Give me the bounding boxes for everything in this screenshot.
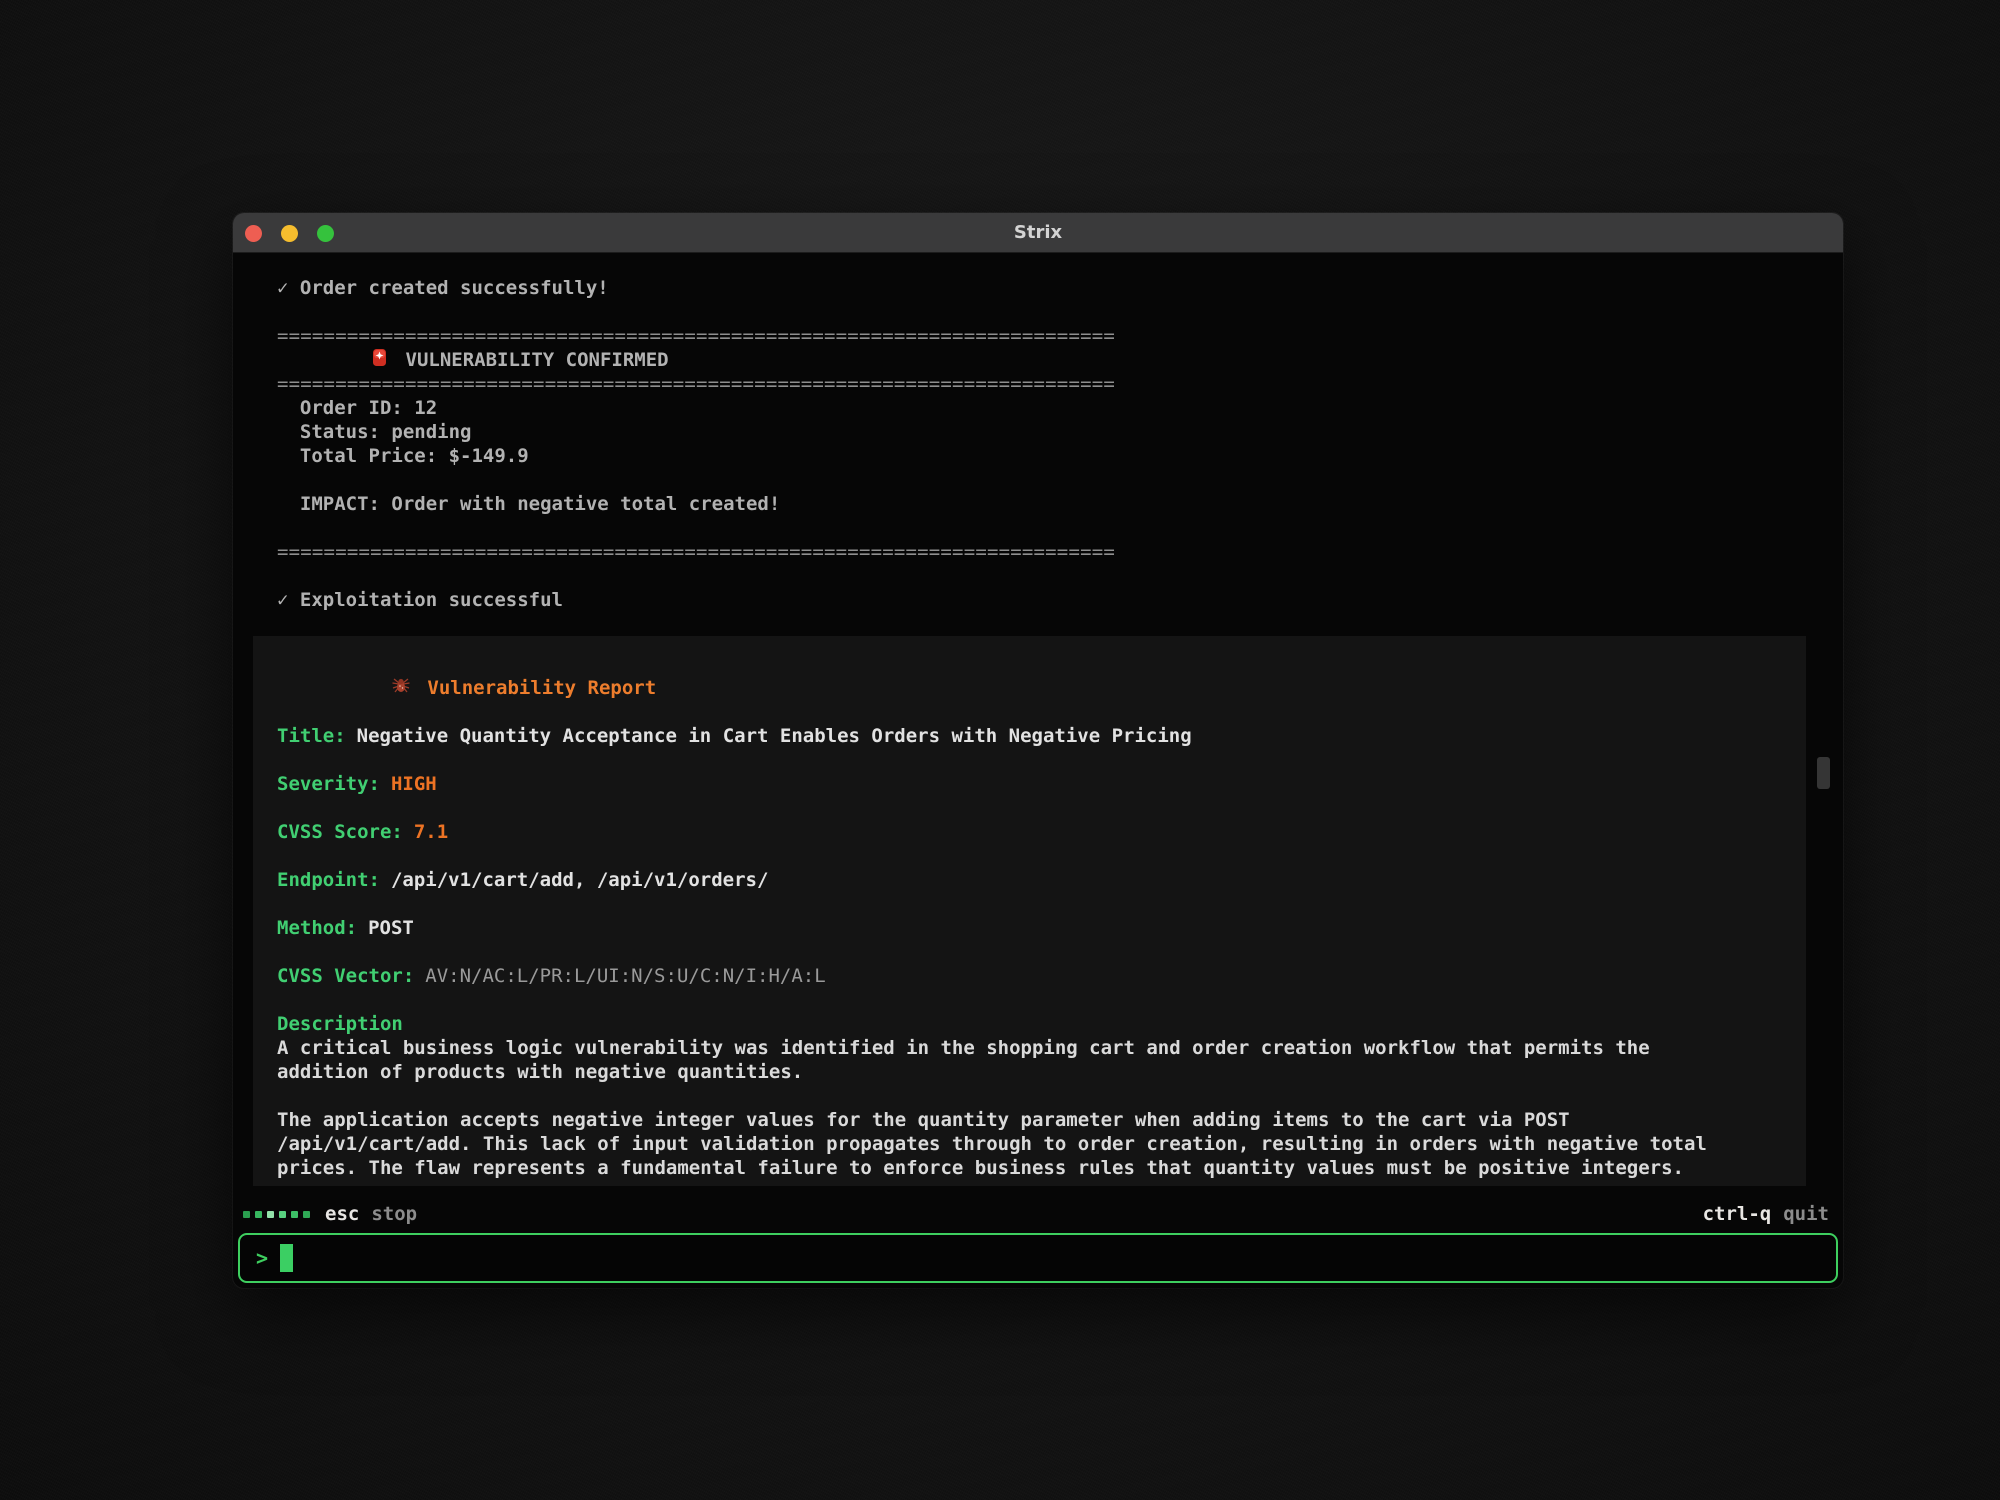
prompt-symbol: > — [256, 1246, 268, 1270]
scrollbar-thumb[interactable] — [1817, 757, 1830, 789]
report-severity-row: Severity: HIGH — [277, 772, 1782, 796]
method-label: Method: — [277, 917, 357, 939]
vulnerability-confirmed-text: VULNERABILITY CONFIRMED — [406, 348, 669, 372]
separator-line: ========================================… — [233, 540, 1843, 564]
report-header: Vulnerability Report — [277, 676, 1782, 700]
activity-spinner — [243, 1211, 310, 1218]
description-text-line: prices. The flaw represents a fundamenta… — [277, 1156, 1782, 1180]
description-text-line: addition of products with negative quant… — [277, 1060, 1782, 1084]
impact-line: IMPACT: Order with negative total create… — [233, 492, 1843, 516]
order-status-line: Status: pending — [233, 420, 1843, 444]
strix-terminal-window: Strix ✓ Order created successfully! ====… — [233, 213, 1843, 1288]
description-text-line: /api/v1/cart/add. This lack of input val… — [277, 1132, 1782, 1156]
vulnerability-confirmed-heading: VULNERABILITY CONFIRMED — [233, 348, 1843, 372]
endpoint-label: Endpoint: — [277, 869, 380, 891]
quit-key-hint: ctrl-q — [1703, 1203, 1772, 1225]
report-method-row: Method: POST — [277, 916, 1782, 940]
cvss-vector-value: AV:N/AC:L/PR:L/UI:N/S:U/C:N/I:H/A:L — [425, 965, 825, 987]
title-value: Negative Quantity Acceptance in Cart Ena… — [357, 725, 1192, 747]
description-text-line: The application accepts negative integer… — [277, 1108, 1782, 1132]
endpoint-value: /api/v1/cart/add, /api/v1/orders/ — [391, 869, 769, 891]
command-input[interactable]: > — [238, 1233, 1838, 1283]
severity-value: HIGH — [391, 773, 437, 795]
method-value: POST — [368, 917, 414, 939]
order-created-message: ✓ Order created successfully! — [233, 276, 1843, 300]
cvss-score-label: CVSS Score: — [277, 821, 403, 843]
window-title: Strix — [233, 213, 1843, 253]
description-text-line: A critical business logic vulnerability … — [277, 1036, 1782, 1060]
report-endpoint-row: Endpoint: /api/v1/cart/add, /api/v1/order… — [277, 868, 1782, 892]
title-bar[interactable]: Strix — [233, 213, 1843, 253]
esc-action-label: stop — [371, 1203, 417, 1225]
cvss-score-value: 7.1 — [414, 821, 448, 843]
title-label: Title: — [277, 725, 346, 747]
severity-label: Severity: — [277, 773, 380, 795]
status-bar: esc stop ctrl-q quit — [233, 1201, 1843, 1227]
order-id-line: Order ID: 12 — [233, 396, 1843, 420]
separator-line: ========================================… — [233, 372, 1843, 396]
report-cvss-vector-row: CVSS Vector: AV:N/AC:L/PR:L/UI:N/S:U/C:N/… — [277, 964, 1782, 988]
vulnerability-report-panel: Vulnerability Report Title: Negative Quan… — [253, 636, 1806, 1186]
cvss-vector-label: CVSS Vector: — [277, 965, 414, 987]
report-header-text: Vulnerability Report — [427, 676, 656, 700]
description-heading: Description — [277, 1012, 1771, 1036]
terminal-scrollback: ✓ Order created successfully! ==========… — [233, 255, 1843, 1186]
esc-key-hint: esc — [325, 1203, 359, 1225]
report-cvss-score-row: CVSS Score: 7.1 — [277, 820, 1782, 844]
report-title-row: Title: Negative Quantity Acceptance in Ca… — [277, 724, 1782, 748]
text-cursor — [280, 1244, 293, 1272]
spider-icon — [277, 651, 411, 725]
exploitation-successful-message: ✓ Exploitation successful — [233, 588, 1843, 612]
separator-line: ========================================… — [233, 324, 1843, 348]
quit-action-label: quit — [1783, 1203, 1829, 1225]
total-price-line: Total Price: $-149.9 — [233, 444, 1843, 468]
